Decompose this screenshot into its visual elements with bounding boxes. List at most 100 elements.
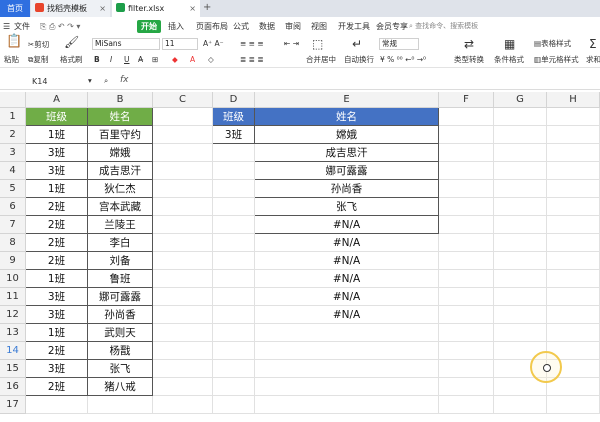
row-header-13[interactable]: 13 (0, 324, 26, 342)
number-style-icons[interactable]: ¥ % ⁰⁰ ←⁰ →⁰ (380, 55, 426, 65)
column-header-f[interactable]: F (439, 92, 494, 108)
wrap-icon[interactable]: ↵ (352, 38, 362, 50)
cell-c2[interactable] (153, 126, 213, 144)
cell-h8[interactable] (547, 234, 600, 252)
table-cell-name[interactable]: 杨戬 (88, 342, 153, 360)
clear-icon[interactable]: ◇ (208, 55, 214, 65)
cell-c4[interactable] (153, 162, 213, 180)
menu-devtools[interactable]: 开发工具 (338, 20, 370, 33)
table-cell-name[interactable]: 狄仁杰 (88, 180, 153, 198)
cell-c1[interactable] (153, 108, 213, 126)
cell-d11[interactable] (213, 288, 255, 306)
cell-e16[interactable] (255, 378, 439, 396)
paste-button[interactable]: 粘贴 (4, 55, 19, 65)
cell-f10[interactable] (439, 270, 494, 288)
cell-g7[interactable] (494, 216, 547, 234)
cell-c13[interactable] (153, 324, 213, 342)
cell-e14[interactable] (255, 342, 439, 360)
cell-h2[interactable] (547, 126, 600, 144)
table-cell-class[interactable]: 1班 (26, 270, 88, 288)
cell-d17[interactable] (213, 396, 255, 414)
table-cell-class[interactable]: 3班 (26, 144, 88, 162)
font-size-select[interactable]: 11 (162, 38, 198, 50)
cell-c9[interactable] (153, 252, 213, 270)
cell-f13[interactable] (439, 324, 494, 342)
cell-h11[interactable] (547, 288, 600, 306)
cell-e15[interactable] (255, 360, 439, 378)
font-grow-icon[interactable]: A⁺ A⁻ (203, 39, 224, 49)
column-header-b[interactable]: B (88, 92, 153, 108)
close-icon[interactable]: × (99, 0, 106, 17)
font-name-select[interactable]: MiSans (92, 38, 160, 50)
row-header-14[interactable]: 14 (0, 342, 26, 360)
row-header-11[interactable]: 11 (0, 288, 26, 306)
table-cell-name[interactable]: 娜可露露 (88, 288, 153, 306)
cell-c5[interactable] (153, 180, 213, 198)
menu-formula[interactable]: 公式 (233, 20, 249, 33)
cell-h5[interactable] (547, 180, 600, 198)
cell-g1[interactable] (494, 108, 547, 126)
row-header-2[interactable]: 2 (0, 126, 26, 144)
cond-format-icon[interactable]: ▦ (504, 38, 515, 50)
table-cell-class[interactable]: 1班 (26, 126, 88, 144)
cell-f16[interactable] (439, 378, 494, 396)
new-tab-button[interactable]: + (203, 0, 211, 16)
table-cell-class[interactable]: 2班 (26, 342, 88, 360)
table-style-button[interactable]: ▤表格样式 (534, 39, 571, 49)
cell-e17[interactable] (255, 396, 439, 414)
row-header-12[interactable]: 12 (0, 306, 26, 324)
cut-button[interactable]: ✂剪切 (28, 40, 49, 50)
cell-g12[interactable] (494, 306, 547, 324)
cell-f11[interactable] (439, 288, 494, 306)
cell-f12[interactable] (439, 306, 494, 324)
cell-d9[interactable] (213, 252, 255, 270)
cell-d14[interactable] (213, 342, 255, 360)
bold-icon[interactable]: B (94, 55, 100, 65)
wrap-text-button[interactable]: 自动换行 (344, 55, 374, 65)
table-cell-class[interactable]: 3班 (26, 288, 88, 306)
sum-button[interactable]: 求和 (586, 55, 600, 65)
menu-start[interactable]: 开始 (137, 20, 161, 33)
criteria-header-class[interactable]: 班级 (213, 108, 255, 126)
result-cell-name[interactable]: #N/A (255, 216, 439, 234)
result-cell-name[interactable]: 娜可露露 (255, 162, 439, 180)
cell-d12[interactable] (213, 306, 255, 324)
select-all-corner[interactable] (0, 92, 26, 108)
cell-f14[interactable] (439, 342, 494, 360)
cell-style-button[interactable]: ▥单元格样式 (534, 55, 579, 65)
result-cell-name[interactable]: #N/A (255, 252, 439, 270)
result-header-name[interactable]: 姓名 (255, 108, 439, 126)
cell-d5[interactable] (213, 180, 255, 198)
cell-f5[interactable] (439, 180, 494, 198)
type-convert-button[interactable]: 类型转换 (454, 55, 484, 65)
table-cell-class[interactable]: 1班 (26, 180, 88, 198)
cell-c3[interactable] (153, 144, 213, 162)
cell-c17[interactable] (153, 396, 213, 414)
name-box-dropdown-icon[interactable]: ▾ (88, 76, 92, 86)
cond-format-button[interactable]: 条件格式 (494, 55, 524, 65)
table-cell-name[interactable]: 成吉思汗 (88, 162, 153, 180)
border-icon[interactable]: ⊞ (152, 55, 158, 65)
menu-file[interactable]: 文件 (14, 20, 30, 33)
cell-a17[interactable] (26, 396, 88, 414)
cell-g2[interactable] (494, 126, 547, 144)
cell-f8[interactable] (439, 234, 494, 252)
cell-h6[interactable] (547, 198, 600, 216)
column-header-g[interactable]: G (494, 92, 547, 108)
cell-f6[interactable] (439, 198, 494, 216)
table-cell-name[interactable]: 嫦娥 (88, 144, 153, 162)
table-header-name[interactable]: 姓名 (88, 108, 153, 126)
fill-color-icon[interactable]: ◆ (172, 55, 178, 65)
row-header-10[interactable]: 10 (0, 270, 26, 288)
search-box[interactable]: ⌕ 查找命令、搜索模板 (409, 20, 519, 33)
zoom-icon[interactable]: ⌕ (104, 76, 108, 86)
table-cell-name[interactable]: 宫本武藏 (88, 198, 153, 216)
formula-input[interactable] (140, 77, 590, 89)
cell-g5[interactable] (494, 180, 547, 198)
table-cell-name[interactable]: 百里守约 (88, 126, 153, 144)
font-color-icon[interactable]: A (190, 55, 195, 65)
copy-button[interactable]: ⧉复制 (28, 55, 48, 65)
cell-h3[interactable] (547, 144, 600, 162)
row-header-9[interactable]: 9 (0, 252, 26, 270)
row-header-16[interactable]: 16 (0, 378, 26, 396)
